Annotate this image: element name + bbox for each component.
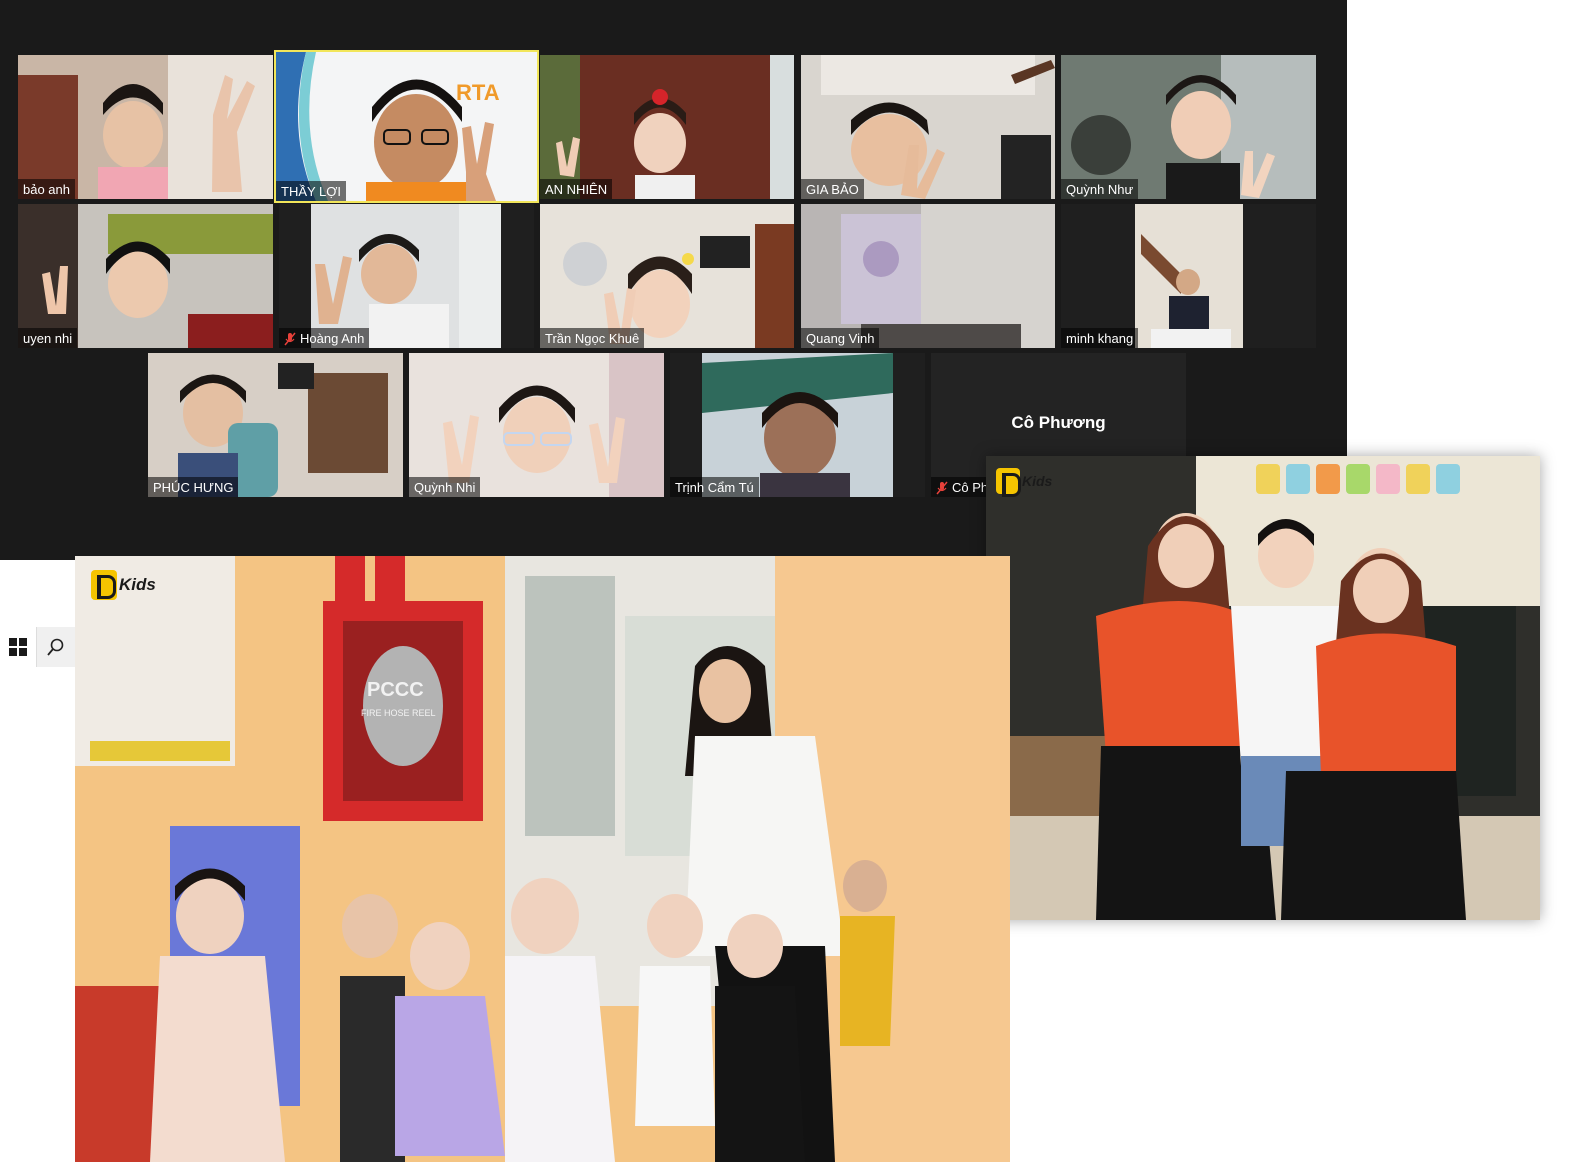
- participant-video: [409, 353, 664, 497]
- participant-tile[interactable]: Trần Ngọc Khuê: [540, 204, 794, 348]
- participant-tile[interactable]: Quỳnh Như: [1061, 55, 1316, 199]
- participant-name: Quang Vinh: [806, 330, 875, 346]
- teachers-photo-scene: [986, 456, 1540, 920]
- participant-video: [540, 204, 794, 348]
- participant-name: Quỳnh Nhi: [414, 479, 476, 495]
- participant-name: GIA BẢO: [806, 181, 859, 197]
- participant-video: [540, 55, 794, 199]
- taskbar: [0, 627, 75, 667]
- classroom-photo: PCCC FIRE HOSE REEL Kids: [75, 556, 1010, 1162]
- participant-tile[interactable]: AN NHIÊN: [540, 55, 794, 199]
- muted-microphone-icon: [284, 331, 296, 346]
- cabinet-sign-sub: FIRE HOSE REEL: [361, 708, 436, 718]
- participant-video: [1061, 55, 1316, 199]
- participant-tile[interactable]: bảo anh: [18, 55, 273, 199]
- cabinet-sign: PCCC: [367, 679, 424, 701]
- participant-name: PHÚC HƯNG: [153, 479, 234, 495]
- logo-text: Kids: [1022, 473, 1053, 489]
- participant-name: Trần Ngọc Khuê: [545, 330, 640, 346]
- participant-tile[interactable]: minh khang: [1061, 204, 1316, 348]
- participant-tile-active-speaker[interactable]: RTA THẦY LỢI: [274, 50, 539, 203]
- participant-name: Trịnh Cẩm Tú: [675, 479, 754, 495]
- participant-tile[interactable]: Hoàng Anh: [279, 204, 534, 348]
- participant-name: uyen nhi: [23, 330, 73, 346]
- participant-video: [18, 204, 273, 348]
- participant-video: [801, 55, 1055, 199]
- bkids-logo-mark: [996, 468, 1021, 497]
- participant-name: THẦY LỢI: [281, 183, 342, 199]
- participant-display-name: Cô Phương: [1011, 413, 1106, 432]
- participant-tile[interactable]: PHÚC HƯNG: [148, 353, 403, 497]
- participant-name: bảo anh: [23, 181, 70, 197]
- participant-video: [801, 204, 1055, 348]
- windows-start-icon: [9, 638, 27, 656]
- participant-tile[interactable]: GIA BẢO: [801, 55, 1055, 199]
- participant-name: minh khang: [1066, 330, 1134, 346]
- participant-name: Cô Ph: [952, 479, 989, 495]
- logo-text: Kids: [119, 575, 156, 594]
- participant-name: Hoàng Anh: [300, 330, 365, 346]
- participant-video: [279, 204, 534, 348]
- classroom-photo-scene: PCCC FIRE HOSE REEL: [75, 556, 1010, 1162]
- bkids-logo: Kids: [996, 468, 1053, 497]
- teachers-photo: Kids: [986, 456, 1540, 920]
- participant-video: RTA: [276, 52, 537, 201]
- participant-video: [148, 353, 403, 497]
- bkids-logo: Kids: [91, 570, 156, 600]
- bkids-logo-mark: [91, 570, 117, 600]
- windows-start-button[interactable]: [0, 627, 36, 667]
- participant-video: [670, 353, 925, 497]
- participant-tile[interactable]: Quỳnh Nhi: [409, 353, 664, 497]
- participant-tile[interactable]: uyen nhi: [18, 204, 273, 348]
- muted-microphone-icon: [936, 480, 948, 495]
- participant-video: [1061, 204, 1316, 348]
- participant-tile[interactable]: Trịnh Cẩm Tú: [670, 353, 925, 497]
- participant-name: AN NHIÊN: [545, 181, 608, 197]
- participant-tile[interactable]: Quang Vinh: [801, 204, 1055, 348]
- svg-text:RTA: RTA: [456, 80, 500, 105]
- search-button[interactable]: [36, 627, 75, 667]
- participant-name: Quỳnh Như: [1066, 181, 1134, 197]
- participant-video: [18, 55, 273, 199]
- search-icon: [47, 638, 64, 656]
